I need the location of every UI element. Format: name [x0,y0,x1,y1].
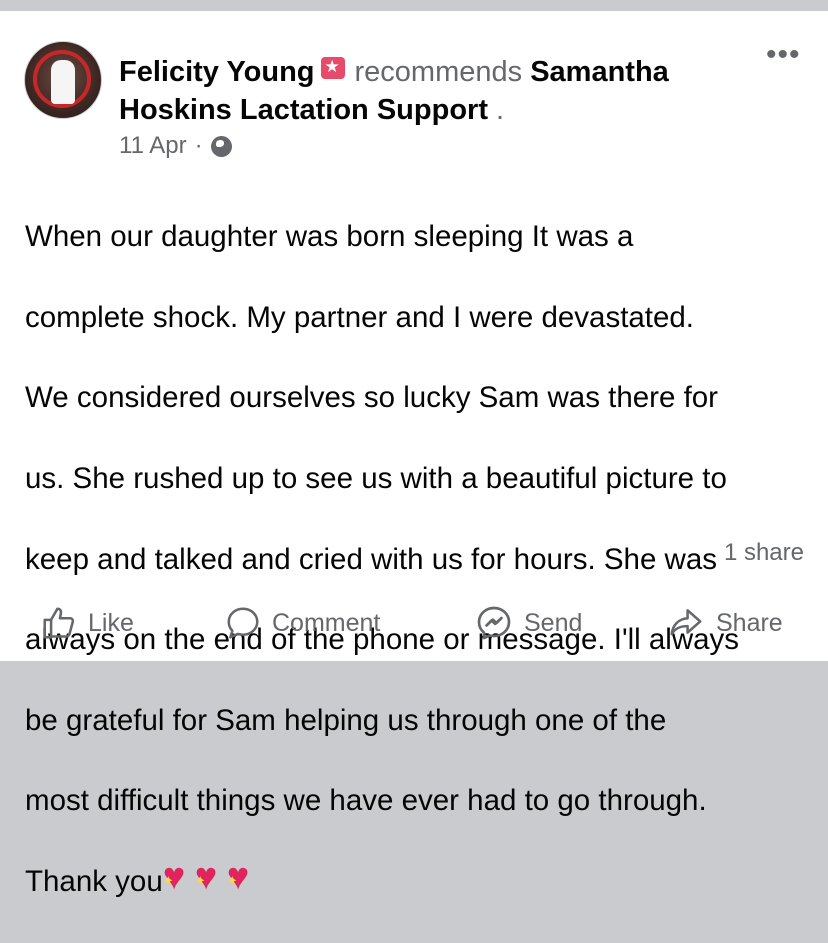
body-line-last: Thank you [25,858,815,902]
post-card: Felicity Youngrecommends Samantha Hoskin… [0,11,828,901]
comment-icon [227,607,259,639]
sparkling-heart-icon [227,858,258,901]
recommendation-star-icon [320,56,345,79]
recommends-text: recommends [354,56,523,88]
globe-icon[interactable] [210,135,232,157]
send-label: Send [524,608,583,637]
thumbs-up-icon [43,607,75,639]
avatar-figure [51,60,75,104]
body-line: us. She rushed up to see us with a beaut… [25,462,727,496]
meta-separator: · [194,132,203,159]
comment-label: Comment [272,608,381,637]
body-line: be grateful for Sam helping us through o… [25,703,667,737]
more-options-icon[interactable]: ••• [766,40,801,70]
body-line: We considered ourselves so lucky Sam was… [25,381,719,415]
post-date[interactable]: 11 Apr [119,132,187,160]
comment-button[interactable]: Comment [224,601,380,645]
share-count[interactable]: 1 share [724,539,804,567]
author-avatar[interactable] [24,41,102,119]
send-button[interactable]: Send [474,601,582,645]
like-button[interactable]: Like [40,601,134,645]
share-label: Share [716,608,783,637]
body-line: When our daughter was born sleeping It w… [25,220,634,254]
post-header: Felicity Youngrecommends Samantha Hoskin… [119,53,759,129]
sparkling-heart-icon [195,858,226,901]
share-arrow-icon [670,609,702,636]
messenger-icon [477,606,511,640]
emoji-group [163,858,259,901]
like-label: Like [88,608,134,637]
thank-you-text: Thank you [25,865,163,899]
post-body: When our daughter was born sleeping It w… [25,177,815,943]
header-period: . [496,94,505,126]
body-line: complete shock. My partner and I were de… [25,300,695,334]
author-name[interactable]: Felicity Young [119,56,315,88]
share-button[interactable]: Share [666,601,783,645]
sparkling-heart-icon [163,858,194,901]
body-line: most difficult things we have ever had t… [25,784,707,818]
body-line: keep and talked and cried with us for ho… [25,542,718,576]
action-bar: Like Comment Send Share [0,601,828,645]
post-meta: 11 Apr · [119,132,232,160]
